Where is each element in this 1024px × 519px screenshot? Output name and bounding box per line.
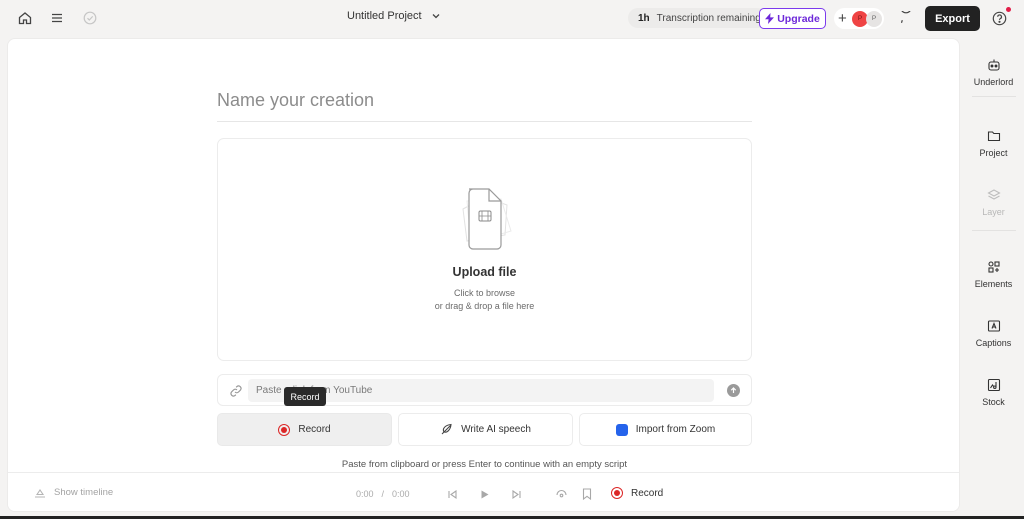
show-timeline-toggle[interactable]: Show timeline [34, 487, 113, 498]
record-label: Record [298, 424, 331, 435]
lightning-icon [765, 13, 775, 24]
captions-icon [987, 320, 1000, 332]
write-ai-speech-button[interactable]: Write AI speech [398, 413, 573, 446]
sidebar-divider [972, 96, 1016, 97]
main-canvas: Upload file Click to browse or drag & dr… [7, 38, 960, 512]
sidebar-item-label: Elements [974, 279, 1013, 289]
record-button[interactable]: Record [217, 413, 392, 446]
top-bar: Untitled Project 1h Transcription remain… [0, 0, 1024, 37]
help-icon[interactable] [990, 7, 1011, 27]
playback-time: 0:00 / 0:00 [356, 489, 410, 499]
menu-icon[interactable] [48, 9, 66, 27]
sidebar-item-underlord[interactable]: Underlord [963, 58, 1024, 87]
sidebar-item-elements[interactable]: Elements [963, 260, 1024, 289]
folder-icon [987, 131, 1000, 142]
upload-sub-line: or drag & drop a file here [434, 301, 535, 311]
skip-back-icon[interactable] [445, 487, 459, 501]
upgrade-label: Upgrade [777, 12, 820, 25]
upload-instructions: Click to browse or drag & drop a file he… [435, 287, 535, 313]
transcription-amount: 1h [638, 12, 650, 24]
transcription-label: Transcription remaining [656, 12, 761, 24]
upload-dropzone[interactable]: Upload file Click to browse or drag & dr… [217, 138, 752, 361]
total-time: 0:00 [392, 489, 410, 499]
upload-title: Upload file [452, 265, 517, 279]
project-title-dropdown[interactable]: Untitled Project [347, 10, 442, 22]
current-time: 0:00 [356, 489, 374, 499]
upload-sub-line: Click to browse [453, 288, 516, 298]
transcription-remaining-badge: 1h Transcription remaining [628, 8, 767, 28]
collaborators-group[interactable]: + P P [834, 8, 884, 29]
add-collaborator-icon[interactable]: + [838, 11, 850, 26]
avatar[interactable]: P [866, 10, 882, 27]
link-icon [230, 385, 242, 397]
ai-speech-label: Write AI speech [461, 424, 531, 435]
sidebar-divider [972, 230, 1016, 231]
timeline-record-button[interactable]: Record [611, 487, 663, 499]
timeline-icon [35, 488, 45, 498]
sidebar-item-label: Layer [982, 207, 1005, 217]
sidebar-item-label: Project [979, 148, 1008, 158]
empty-script-hint: Paste from clipboard or press Enter to c… [341, 459, 628, 470]
notification-dot [1006, 7, 1011, 12]
sidebar-item-captions[interactable]: Captions [963, 319, 1024, 348]
zoom-label: Import from Zoom [635, 424, 716, 435]
stock-icon [987, 378, 1000, 392]
loop-icon[interactable] [554, 487, 568, 501]
home-icon[interactable] [16, 9, 34, 27]
show-timeline-label: Show timeline [54, 487, 114, 498]
sidebar-item-label: Stock [982, 397, 1005, 407]
upgrade-button[interactable]: Upgrade [759, 8, 826, 29]
chevron-down-icon [432, 14, 440, 19]
export-button[interactable]: Export [925, 6, 980, 31]
timeline-record-label: Record [631, 487, 664, 499]
robot-icon [987, 59, 1000, 71]
feather-pen-icon [441, 423, 452, 435]
sidebar-item-layer[interactable]: Layer [963, 188, 1024, 217]
right-sidebar: Underlord Project Layer Elements Caption… [963, 38, 1024, 519]
elements-icon [987, 261, 1000, 273]
saved-check-icon [81, 9, 99, 27]
name-divider [217, 121, 752, 122]
record-icon [611, 487, 623, 499]
play-icon[interactable] [477, 487, 491, 501]
sidebar-item-label: Captions [975, 338, 1012, 348]
submit-link-icon[interactable] [727, 384, 740, 397]
creation-name-input[interactable] [217, 87, 752, 113]
time-separator: / [381, 489, 385, 499]
record-tooltip: Record [284, 387, 326, 406]
timeline-bar: Show timeline 0:00 / 0:00 Record [8, 472, 959, 511]
skip-forward-icon[interactable] [509, 487, 523, 501]
bookmark-icon[interactable] [580, 487, 594, 501]
sidebar-item-stock[interactable]: Stock [963, 378, 1024, 407]
import-zoom-button[interactable]: Import from Zoom [579, 413, 752, 446]
project-title: Untitled Project [347, 10, 422, 22]
zoom-icon [615, 423, 628, 436]
sidebar-item-label: Underlord [973, 77, 1014, 87]
sidebar-item-project[interactable]: Project [963, 129, 1024, 158]
comments-icon[interactable] [897, 9, 915, 27]
record-icon [278, 423, 291, 436]
file-icon [445, 187, 525, 251]
layers-icon [986, 189, 1001, 200]
